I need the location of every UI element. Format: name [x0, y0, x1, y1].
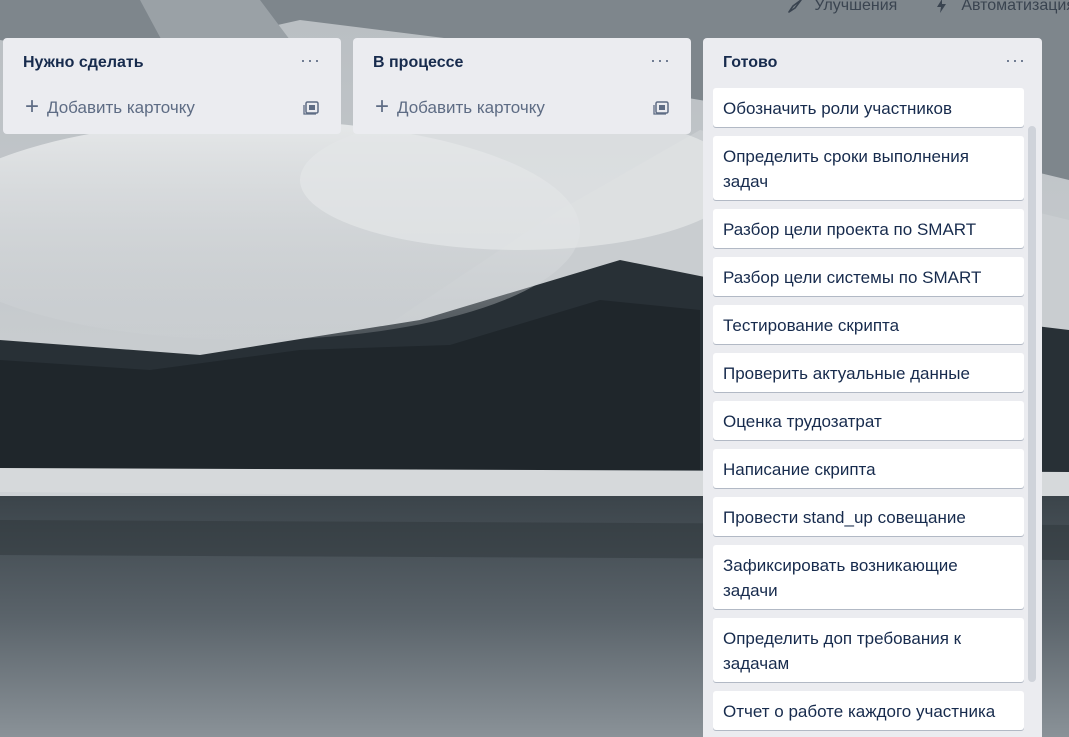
list-footer: + Добавить карточку: [13, 88, 331, 128]
list-menu-button[interactable]: ···: [650, 51, 671, 71]
card[interactable]: Оценка трудозатрат: [713, 401, 1024, 440]
card-template-icon[interactable]: [303, 100, 321, 116]
add-card-button[interactable]: + Добавить карточку: [375, 93, 545, 120]
list-title[interactable]: В процессе: [373, 54, 463, 72]
add-card-label: Добавить карточку: [397, 98, 545, 117]
plus-icon: +: [25, 93, 40, 120]
card[interactable]: Отчет о работе каждого участника: [713, 691, 1024, 730]
automation-button[interactable]: Автоматизация: [933, 0, 1069, 15]
improvements-button[interactable]: Улучшения: [786, 0, 897, 15]
list-todo: Нужно сделать ··· + Добавить карточку: [3, 38, 341, 134]
list-header: Готово ···: [713, 38, 1026, 88]
list-scrollbar[interactable]: [1028, 126, 1036, 682]
automation-icon: [937, 0, 947, 13]
card[interactable]: Разбор цели проекта по SMART: [713, 209, 1024, 248]
automation-label: Автоматизация: [961, 0, 1069, 14]
card[interactable]: Написание скрипта: [713, 449, 1024, 488]
card[interactable]: Зафиксировать возникающие задачи: [713, 545, 1024, 609]
card-list: Обозначить роли участников Определить ср…: [713, 88, 1024, 730]
list-in-progress: В процессе ··· + Добавить карточку: [353, 38, 691, 134]
card[interactable]: Провести stand_up совещание: [713, 497, 1024, 536]
card[interactable]: Определить доп требования к задачам: [713, 618, 1024, 682]
rocket-icon: [788, 0, 803, 13]
board-header-actions: Улучшения Автоматизация: [786, 0, 1069, 15]
card[interactable]: Обозначить роли участников: [713, 88, 1024, 127]
list-footer: + Добавить карточку: [363, 88, 681, 128]
card-template-icon[interactable]: [653, 100, 671, 116]
list-menu-button[interactable]: ···: [1005, 51, 1026, 71]
list-header: Нужно сделать ···: [13, 38, 331, 88]
list-title[interactable]: Нужно сделать: [23, 54, 144, 72]
add-card-label: Добавить карточку: [47, 98, 195, 117]
add-card-button[interactable]: + Добавить карточку: [25, 93, 195, 120]
list-header: В процессе ···: [363, 38, 681, 88]
card[interactable]: Разбор цели системы по SMART: [713, 257, 1024, 296]
card[interactable]: Проверить актуальные данные: [713, 353, 1024, 392]
list-done: Готово ··· Обозначить роли участников Оп…: [703, 38, 1042, 737]
plus-icon: +: [375, 93, 390, 120]
list-title[interactable]: Готово: [723, 54, 777, 72]
card[interactable]: Тестирование скрипта: [713, 305, 1024, 344]
card[interactable]: Определить сроки выполнения задач: [713, 136, 1024, 200]
improvements-label: Улучшения: [814, 0, 898, 14]
list-menu-button[interactable]: ···: [300, 51, 321, 71]
